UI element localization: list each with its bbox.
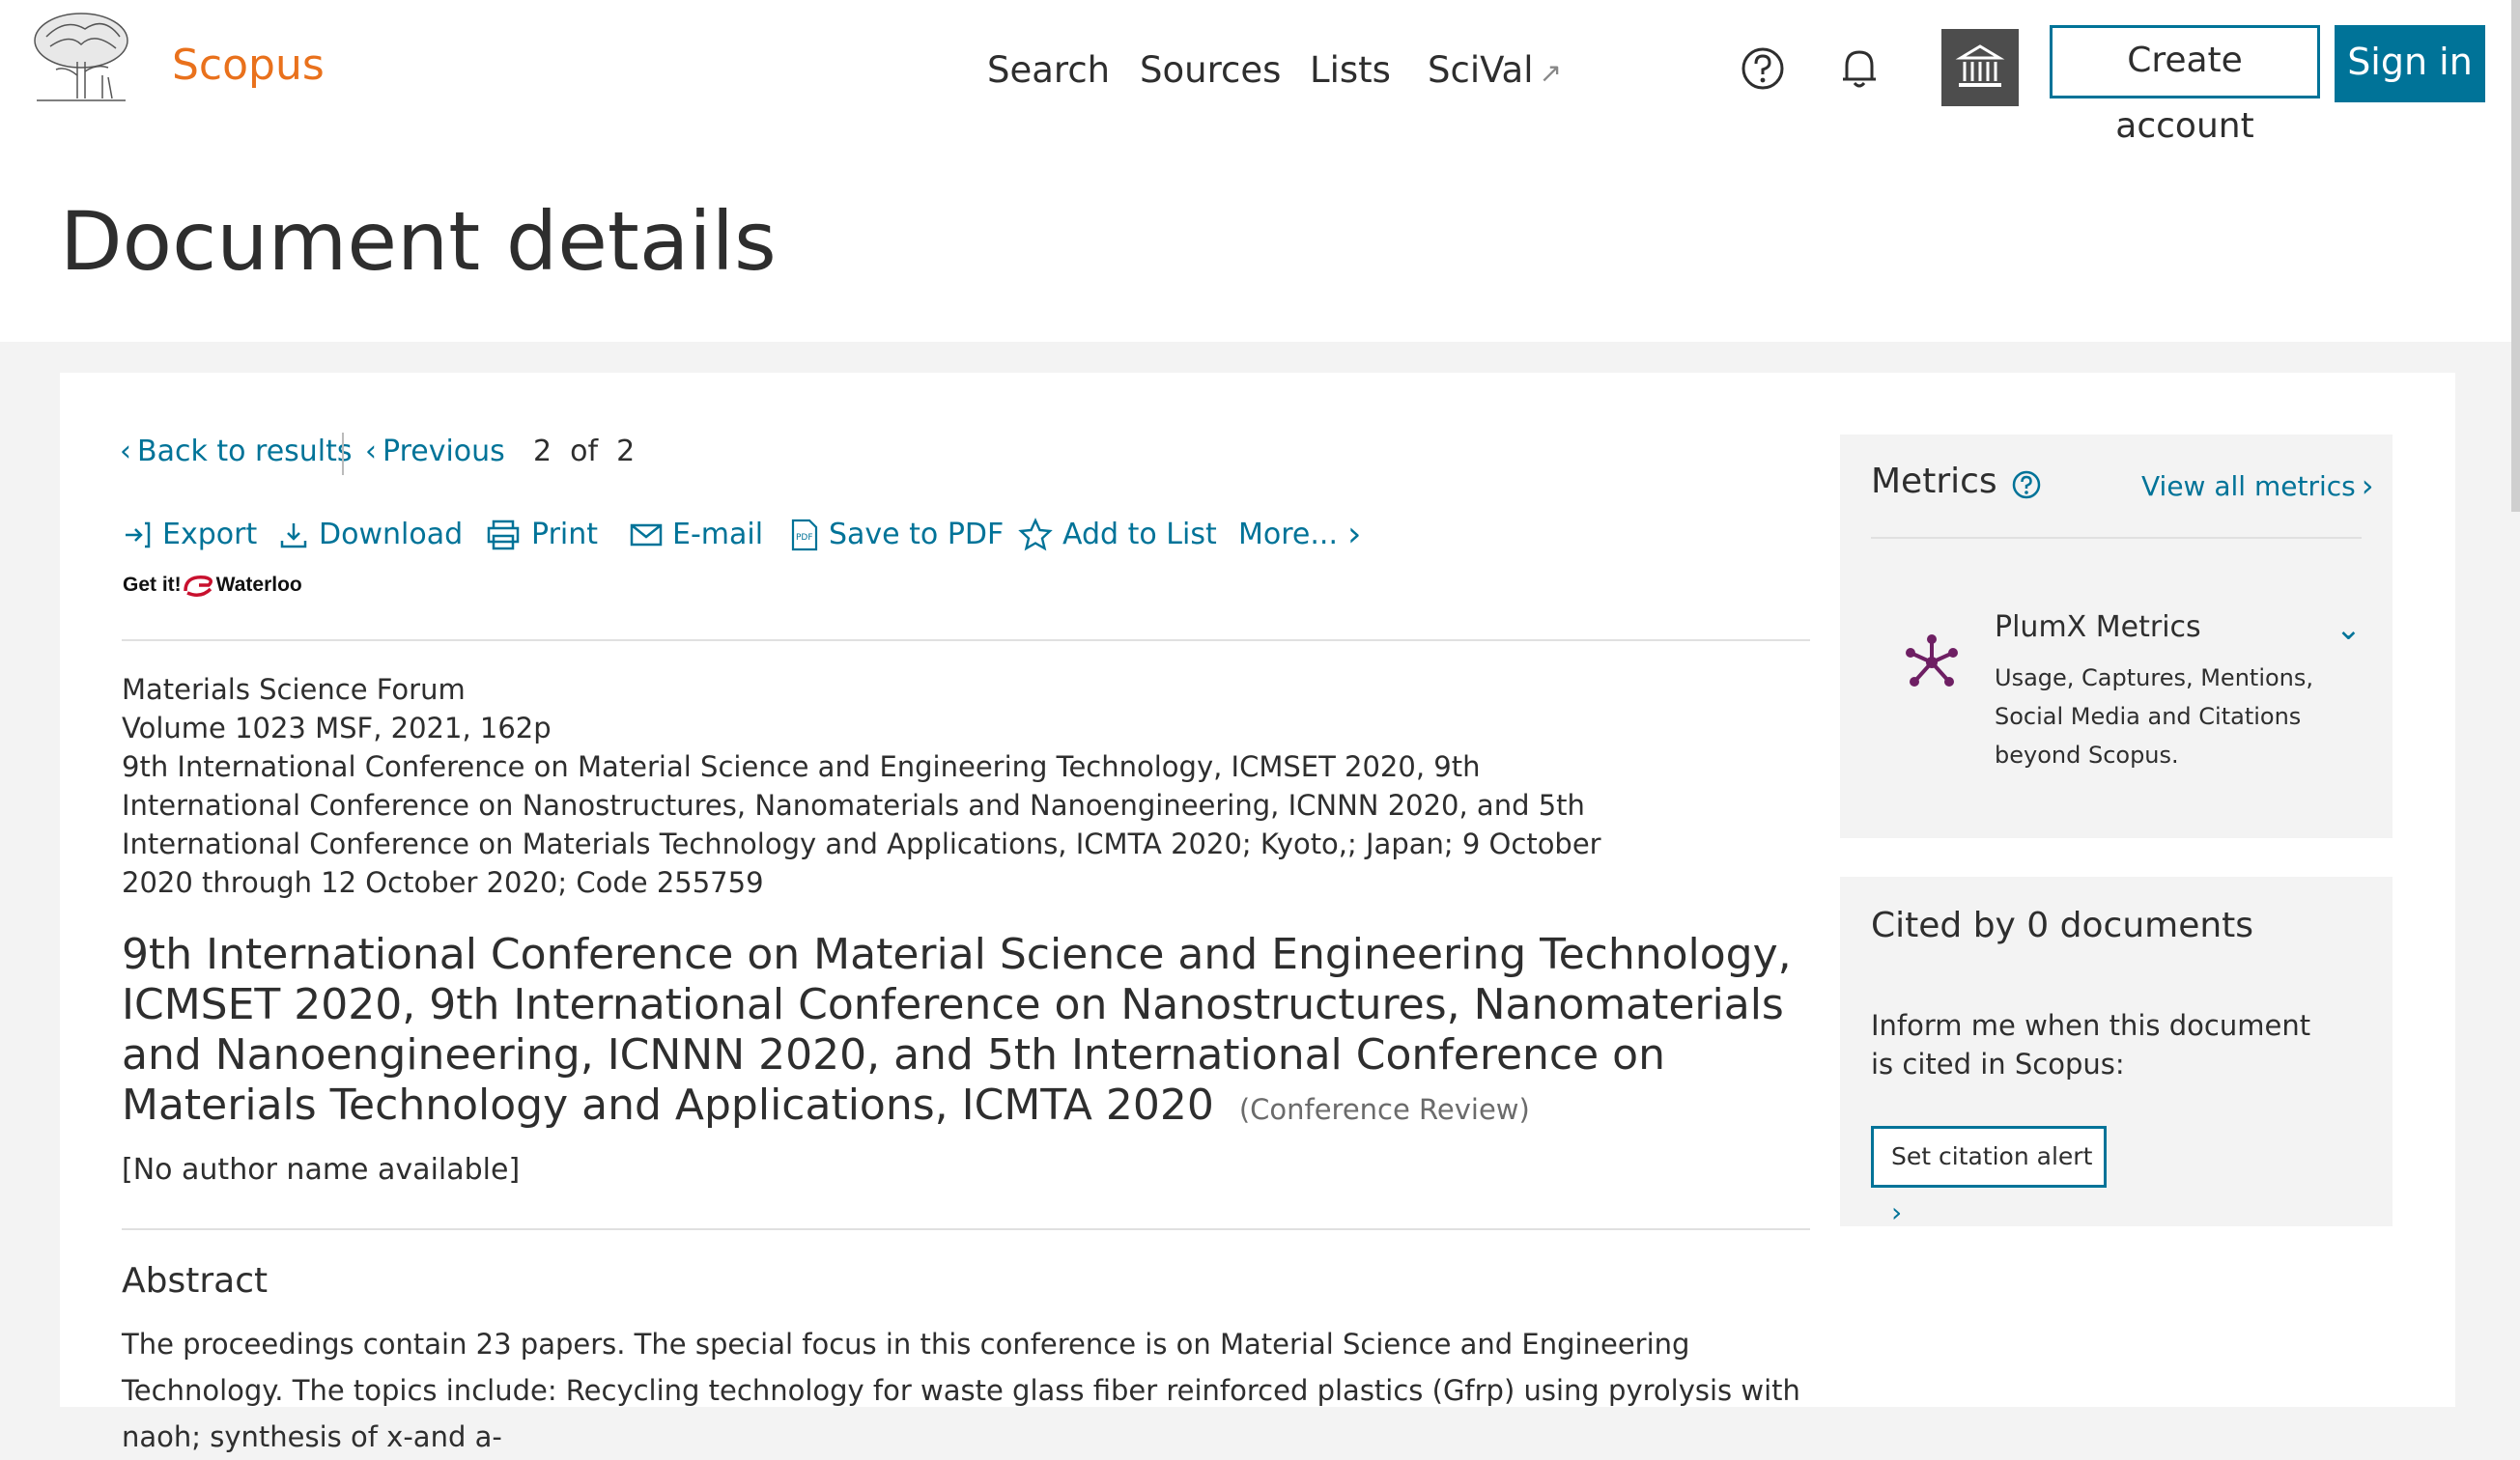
email-icon [630, 523, 663, 547]
conference-line-2: International Conference on Nanostructur… [122, 789, 1585, 822]
plumx-title[interactable]: PlumX Metrics [1995, 610, 2201, 644]
print-button[interactable]: Print [485, 518, 598, 552]
nav-scival[interactable]: SciVal ↗ [1428, 52, 1562, 88]
document-title-text: 9th International Conference on Material… [122, 930, 1792, 1130]
pager-of: of [570, 435, 599, 468]
getit-prefix: Get it! [123, 574, 182, 596]
more-label: More... [1238, 518, 1338, 551]
download-label: Download [319, 518, 464, 551]
email-button[interactable]: E-mail [630, 518, 763, 552]
metrics-divider [1871, 537, 2362, 539]
nav-scival-label: SciVal [1428, 49, 1534, 91]
getit-waterloo-link[interactable]: Get it! Waterloo [123, 572, 302, 599]
star-icon [1018, 518, 1053, 551]
elsevier-logo-icon[interactable] [27, 8, 135, 104]
help-icon[interactable] [1739, 44, 1787, 93]
chevron-right-icon: › [1891, 1196, 1903, 1228]
institution-button[interactable] [1941, 29, 2019, 106]
export-icon [126, 521, 151, 548]
metrics-title: Metrics [1871, 462, 1997, 501]
scopus-brand[interactable]: Scopus [172, 44, 325, 87]
scrollbar[interactable] [2511, 0, 2520, 512]
nav-lists[interactable]: Lists [1310, 52, 1391, 88]
chevron-down-icon[interactable]: ⌄ [2336, 610, 2362, 647]
document-title: 9th International Conference on Material… [122, 930, 1802, 1135]
metrics-help-icon[interactable] [2011, 469, 2042, 500]
bell-icon[interactable] [1835, 44, 1883, 93]
download-button[interactable]: Download [278, 518, 463, 552]
view-all-metrics-link[interactable]: View all metrics › [2141, 467, 2374, 504]
pager-total: 2 [616, 435, 636, 468]
plumx-icon [1906, 634, 1958, 687]
journal-link[interactable]: Materials Science Forum [122, 670, 466, 709]
add-to-list-label: Add to List [1062, 518, 1217, 551]
back-to-results-link[interactable]: ‹ Back to results [120, 435, 353, 468]
conference-line-3: International Conference on Materials Te… [122, 828, 1601, 860]
chevron-left-icon: ‹ [120, 435, 131, 468]
divider [122, 1228, 1810, 1230]
download-icon [280, 523, 307, 548]
pager-current: 2 [533, 435, 552, 468]
chevron-left-icon: ‹ [365, 435, 377, 468]
save-to-pdf-label: Save to PDF [829, 518, 1005, 551]
set-citation-alert-button[interactable]: Set citation alert › [1871, 1126, 2107, 1228]
pdf-icon: PDF [791, 519, 818, 551]
divider [122, 639, 1810, 641]
previous-label: Previous [382, 435, 505, 468]
view-all-metrics-label: View all metrics [2141, 469, 2356, 502]
volume-info: Volume 1023 MSF, 2021, 162p [122, 712, 552, 744]
page-title: Document details [60, 194, 777, 289]
authors: [No author name available] [122, 1153, 521, 1187]
pager-divider [342, 433, 344, 475]
email-label: E-mail [672, 518, 764, 551]
external-link-icon: ↗ [1539, 57, 1562, 89]
plumx-description: Usage, Captures, Mentions, Social Media … [1995, 664, 2314, 769]
cited-by-title: Cited by 0 documents [1871, 906, 2254, 945]
pager-count: 2 of 2 [533, 435, 635, 468]
print-icon [487, 519, 520, 550]
previous-link[interactable]: ‹ Previous [365, 435, 505, 468]
chevron-right-icon: › [1346, 515, 1362, 554]
sign-in-button[interactable]: Sign in [2335, 25, 2485, 102]
site-header: Scopus Search Sources Lists SciVal ↗ Crea… [0, 0, 2520, 342]
create-account-button[interactable]: Create account [2050, 25, 2320, 146]
nav-search[interactable]: Search [987, 52, 1110, 88]
svg-text:PDF: PDF [796, 533, 813, 543]
export-label: Export [162, 518, 258, 551]
print-label: Print [531, 518, 599, 551]
export-button[interactable]: Export [122, 518, 257, 552]
nav-sources[interactable]: Sources [1140, 52, 1281, 88]
getit-swoosh-icon [183, 576, 212, 597]
document-type: (Conference Review) [1238, 1093, 1530, 1126]
back-to-results-label: Back to results [137, 435, 353, 468]
set-citation-alert-label: Set citation alert [1891, 1142, 2093, 1170]
institution-icon [1955, 44, 2005, 87]
getit-name: Waterloo [215, 574, 302, 596]
abstract-text: The proceedings contain 23 papers. The s… [122, 1328, 1800, 1453]
cited-by-text: Inform me when this document is cited in… [1871, 1009, 2311, 1081]
more-button[interactable]: More... › [1238, 518, 1361, 552]
save-to-pdf-button[interactable]: PDF Save to PDF [790, 518, 1004, 552]
conference-line-4: 2020 through 12 October 2020; Code 25575… [122, 866, 764, 899]
abstract-heading: Abstract [122, 1261, 269, 1301]
conference-line-1: 9th International Conference on Material… [122, 750, 1481, 783]
add-to-list-button[interactable]: Add to List [1018, 518, 1217, 552]
chevron-right-icon: › [2361, 467, 2374, 504]
